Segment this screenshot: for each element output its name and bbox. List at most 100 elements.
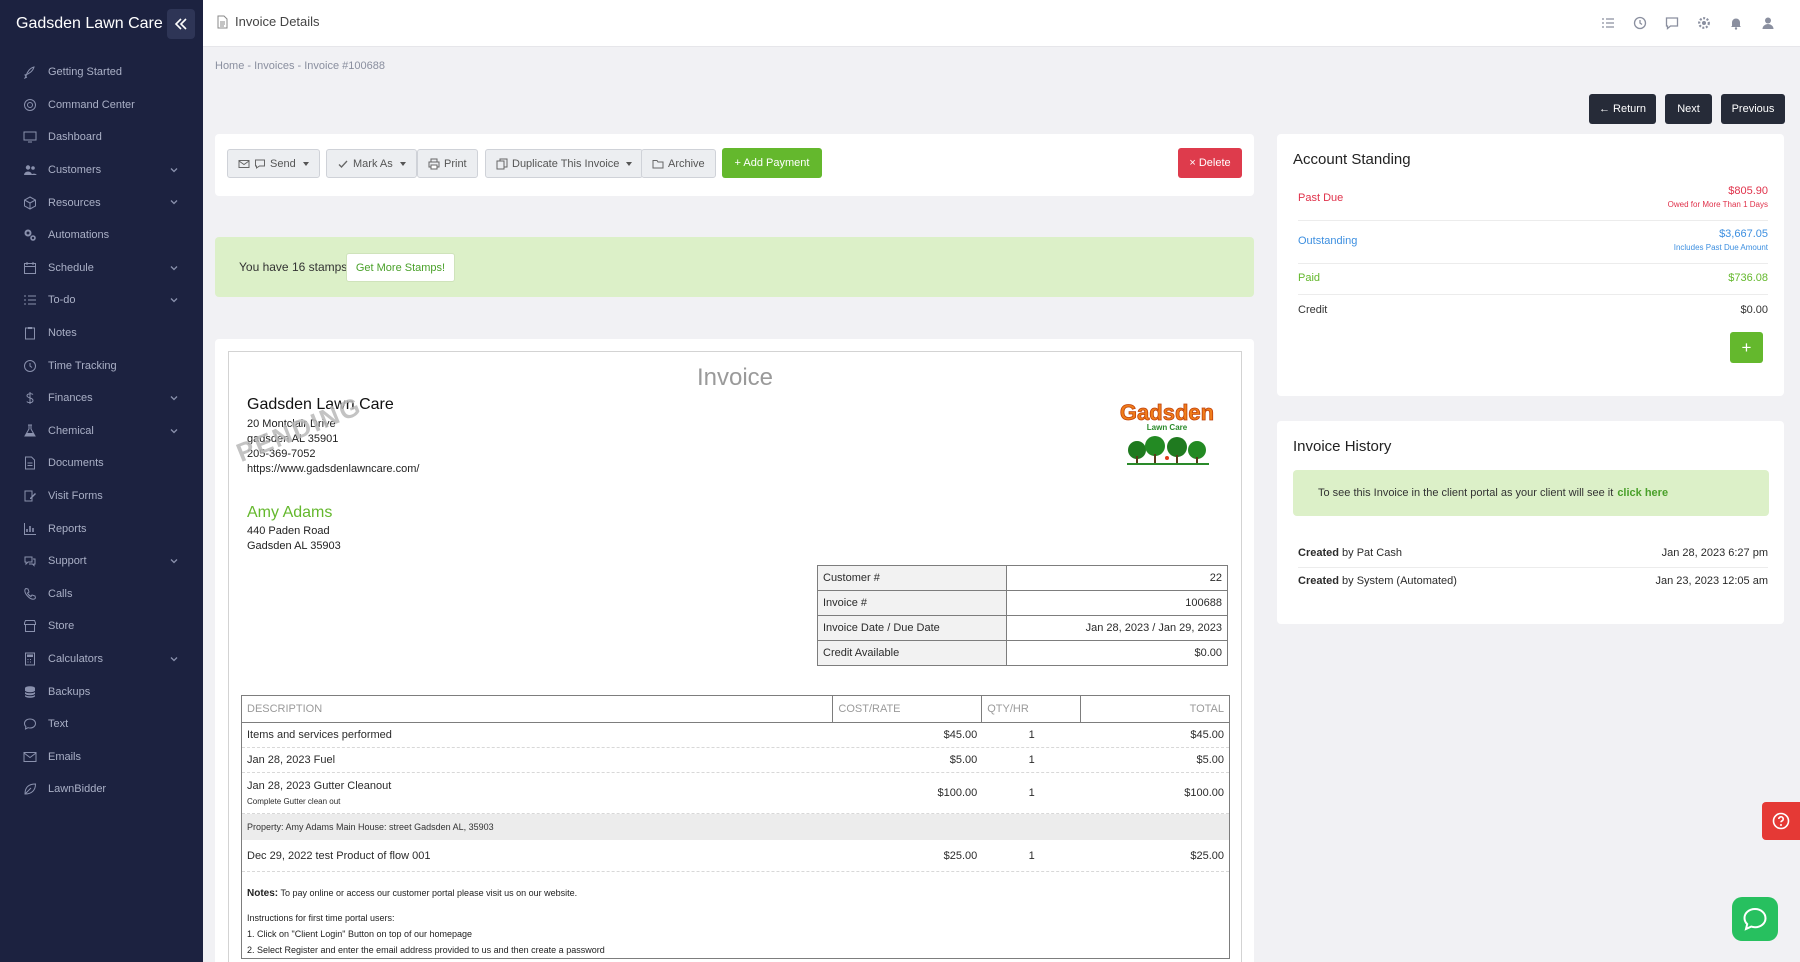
sidebar-item-resources[interactable]: Resources: [0, 186, 203, 219]
return-button[interactable]: ← Return: [1589, 94, 1656, 124]
standing-label[interactable]: Past Due: [1298, 192, 1343, 204]
message-icon[interactable]: [1664, 15, 1680, 31]
chevron-down-icon[interactable]: [169, 654, 179, 664]
clock-icon: [22, 358, 38, 374]
bell-icon[interactable]: [1728, 15, 1744, 31]
chevron-down-icon[interactable]: [169, 295, 179, 305]
collapse-sidebar-button[interactable]: [167, 9, 195, 39]
history-row: Created by Pat Cash Jan 28, 2023 6:27 pm: [1298, 540, 1768, 568]
dollar-icon: [22, 390, 38, 406]
logo-subtext: Lawn Care: [1147, 423, 1188, 432]
standing-outstanding: Outstanding $3,667.05 Includes Past Due …: [1298, 221, 1768, 264]
sidebar-item-finances[interactable]: Finances: [0, 382, 203, 415]
chevron-down-icon[interactable]: [169, 263, 179, 273]
sidebar-item-label: Time Tracking: [48, 359, 117, 372]
invoice-meta-table: Customer #22 Invoice #100688 Invoice Dat…: [817, 565, 1228, 666]
previous-button[interactable]: Previous: [1721, 94, 1785, 124]
next-button[interactable]: Next: [1665, 94, 1712, 124]
table-row: Items and services performed $45.00 1 $4…: [242, 723, 1229, 748]
item-rate: $100.00: [937, 787, 978, 799]
client-name[interactable]: Amy Adams: [247, 504, 332, 522]
breadcrumb[interactable]: Home - Invoices - Invoice #100688: [215, 60, 385, 72]
sidebar-item-getting-started[interactable]: Getting Started: [0, 56, 203, 89]
duplicate-invoice-dropdown[interactable]: Duplicate This Invoice: [485, 149, 644, 178]
sidebar-item-chemical[interactable]: Chemical: [0, 415, 203, 448]
chevron-down-icon[interactable]: [169, 426, 179, 436]
user-icon[interactable]: [1760, 15, 1776, 31]
client-city: Gadsden AL 35903: [247, 540, 341, 552]
sidebar-item-text[interactable]: Text: [0, 708, 203, 741]
page-title: Invoice Details: [216, 14, 320, 29]
chevron-down-icon[interactable]: [169, 393, 179, 403]
sidebar-item-label: Calls: [48, 587, 73, 600]
help-icon: [1772, 812, 1790, 830]
add-payment-button[interactable]: + Add Payment: [722, 148, 822, 178]
instruction-line: 1. Click on "Client Login" Button on top…: [247, 929, 473, 939]
col-total: TOTAL: [1189, 703, 1225, 715]
add-credit-button[interactable]: +: [1730, 332, 1763, 363]
sidebar-item-dashboard[interactable]: Dashboard: [0, 121, 203, 154]
history-action: Created: [1298, 575, 1339, 587]
sidebar-item-emails[interactable]: Emails: [0, 740, 203, 773]
leaf-icon: [22, 781, 38, 797]
item-description: Jan 28, 2023 Fuel: [247, 754, 336, 766]
chat-widget-button[interactable]: [1732, 897, 1778, 941]
sidebar-item-label: Notes: [48, 327, 77, 340]
sidebar-item-label: Documents: [48, 457, 104, 470]
standing-label[interactable]: Paid: [1298, 272, 1320, 284]
sidebar-item-backups[interactable]: Backups: [0, 675, 203, 708]
sidebar-item-documents[interactable]: Documents: [0, 447, 203, 480]
history-date: Jan 28, 2023 6:27 pm: [1661, 547, 1768, 559]
clipboard-icon: [22, 325, 38, 341]
sidebar-item-label: Support: [48, 555, 87, 568]
caret-down-icon: [302, 161, 309, 166]
sidebar-item-reports[interactable]: Reports: [0, 512, 203, 545]
sidebar-item-time-tracking[interactable]: Time Tracking: [0, 349, 203, 382]
chevron-down-icon[interactable]: [169, 197, 179, 207]
sidebar-item-label: Finances: [48, 392, 93, 405]
chevron-down-icon[interactable]: [169, 165, 179, 175]
sidebar-item-to-do[interactable]: To-do: [0, 284, 203, 317]
sidebar-item-label: Getting Started: [48, 66, 122, 79]
tasks-icon[interactable]: [1600, 15, 1616, 31]
standing-value: $0.00: [1740, 304, 1768, 316]
client-portal-link[interactable]: click here: [1617, 487, 1668, 499]
item-qty: 1: [1028, 787, 1035, 799]
archive-button[interactable]: Archive: [641, 149, 716, 178]
standing-label[interactable]: Outstanding: [1298, 235, 1357, 247]
sidebar-item-visit-forms[interactable]: Visit Forms: [0, 480, 203, 513]
sidebar-item-label: Emails: [48, 750, 82, 763]
sidebar-item-lawnbidder[interactable]: LawnBidder: [0, 773, 203, 806]
sidebar-item-label: Automations: [48, 229, 110, 242]
duplicate-label: Duplicate This Invoice: [512, 157, 620, 170]
meta-row: Invoice Date / Due Date Jan 28, 2023 / Ja…: [817, 615, 1228, 641]
sidebar-item-label: Backups: [48, 685, 91, 698]
sidebar-item-support[interactable]: Support: [0, 545, 203, 578]
help-button[interactable]: [1762, 802, 1800, 840]
send-dropdown[interactable]: Send: [227, 149, 320, 178]
sidebar-item-label: Dashboard: [48, 131, 102, 144]
message-icon: [22, 716, 38, 732]
standing-credit: Credit $0.00: [1298, 295, 1768, 325]
database-icon: [22, 684, 38, 700]
sidebar-item-calculators[interactable]: Calculators: [0, 643, 203, 676]
sidebar-item-automations[interactable]: Automations: [0, 219, 203, 252]
gear-icon[interactable]: [1696, 15, 1712, 31]
history-actor: Created by System (Automated): [1298, 575, 1457, 587]
clock-icon[interactable]: [1632, 15, 1648, 31]
mark-as-dropdown[interactable]: Mark As: [326, 149, 417, 178]
print-button[interactable]: Print: [417, 149, 478, 178]
chevron-down-icon[interactable]: [169, 556, 179, 566]
store-icon: [22, 618, 38, 634]
item-subdescription: Complete Gutter clean out: [247, 797, 341, 806]
sidebar-item-notes[interactable]: Notes: [0, 317, 203, 350]
notes-section: Notes: To pay online or access our custo…: [242, 872, 1229, 958]
sidebar-item-store[interactable]: Store: [0, 610, 203, 643]
get-more-stamps-button[interactable]: Get More Stamps!: [346, 253, 455, 282]
sidebar-item-schedule[interactable]: Schedule: [0, 252, 203, 285]
sidebar-item-command-center[interactable]: Command Center: [0, 89, 203, 122]
account-standing-card: Account Standing Past Due $805.90 Owed f…: [1277, 134, 1784, 396]
delete-button[interactable]: × Delete: [1178, 148, 1242, 178]
sidebar-item-calls[interactable]: Calls: [0, 578, 203, 611]
sidebar-item-customers[interactable]: Customers: [0, 154, 203, 187]
